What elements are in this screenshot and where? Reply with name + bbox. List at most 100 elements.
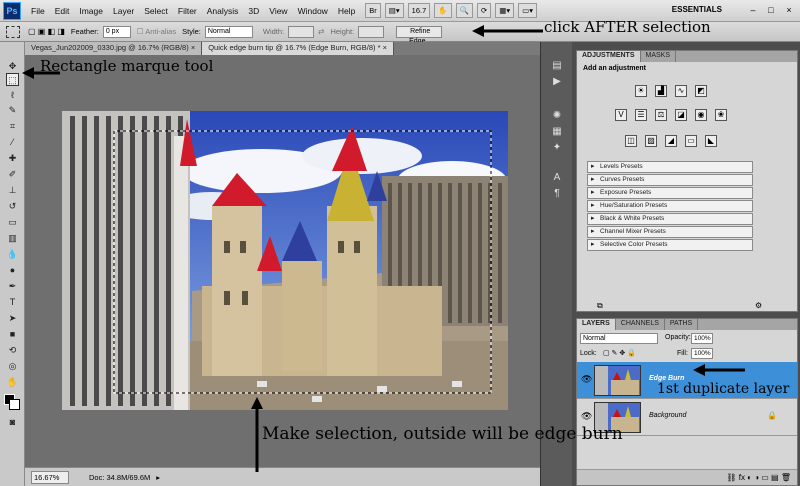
width-input[interactable] (288, 25, 315, 38)
close-icon[interactable]: × (782, 4, 796, 16)
tab-masks[interactable]: MASKS (641, 51, 677, 62)
channel-mixer-icon[interactable]: ❀ (715, 109, 727, 121)
menu-edit[interactable]: Edit (55, 6, 70, 16)
panel-options-icon[interactable]: ⚙ (755, 301, 762, 310)
gradient-tool-icon[interactable]: ▥ (6, 232, 19, 245)
rotate-view-icon[interactable]: ⟳ (476, 3, 492, 18)
quick-mask-icon[interactable]: ◙ (6, 416, 19, 429)
styles-panel-icon[interactable]: ✦ (550, 142, 564, 154)
lasso-tool-icon[interactable]: ℓ (6, 89, 19, 102)
tab-layers[interactable]: LAYERS (577, 319, 616, 330)
preset-selective-color[interactable]: Selective Color Presets (587, 239, 753, 251)
document-image[interactable] (62, 111, 508, 410)
status-menu-icon[interactable]: ▸ (156, 473, 160, 482)
history-brush-tool-icon[interactable]: ↺ (6, 200, 19, 213)
eye-icon[interactable]: 👁 (581, 411, 592, 422)
background-color-swatch[interactable] (9, 399, 20, 410)
menu-layer[interactable]: Layer (113, 6, 134, 16)
dodge-tool-icon[interactable]: ● (6, 264, 19, 277)
eraser-tool-icon[interactable]: ▭ (6, 216, 19, 229)
preset-exposure[interactable]: Exposure Presets (587, 187, 753, 199)
minimize-icon[interactable]: – (746, 4, 760, 16)
clip-to-layer-icon[interactable]: ⧉ (597, 301, 603, 311)
menu-3d[interactable]: 3D (248, 6, 259, 16)
zoom-field[interactable]: 16.67% (31, 470, 69, 484)
shape-tool-icon[interactable]: ■ (6, 328, 19, 341)
menu-select[interactable]: Select (144, 6, 168, 16)
hand-tool-icon[interactable]: ✋ (434, 3, 452, 18)
rectangular-marquee-tool-icon[interactable]: ⬚ (6, 73, 19, 86)
arrange-documents-icon[interactable]: ▦▾ (495, 3, 515, 18)
preset-hue-saturation[interactable]: Hue/Saturation Presets (587, 200, 753, 212)
menu-help[interactable]: Help (338, 6, 355, 16)
menu-file[interactable]: File (31, 6, 45, 16)
lock-icons[interactable]: ▢ ✎ ✥ 🔒 (603, 349, 636, 357)
view-extras-button[interactable]: ▤▾ (384, 3, 404, 18)
eyedropper-tool-icon[interactable]: ⁄ (6, 136, 19, 149)
brightness-contrast-icon[interactable]: ☀ (635, 85, 647, 97)
screen-mode-icon[interactable]: ▭▾ (518, 3, 537, 18)
history-panel-icon[interactable]: ▤ (550, 60, 564, 72)
eye-icon[interactable]: 👁 (581, 374, 592, 385)
path-selection-tool-icon[interactable]: ➤ (6, 312, 19, 325)
healing-brush-tool-icon[interactable]: ✚ (6, 152, 19, 165)
black-white-icon[interactable]: ◪ (675, 109, 687, 121)
style-dropdown[interactable]: Normal (204, 25, 253, 38)
zoom-level-dropdown[interactable]: 16.7 (407, 3, 431, 18)
height-input[interactable] (358, 25, 385, 38)
blend-mode-dropdown[interactable]: Normal (580, 333, 658, 344)
tab-close-icon[interactable]: × (191, 43, 195, 52)
maximize-icon[interactable]: □ (764, 4, 778, 16)
actions-panel-icon[interactable]: ▶ (550, 76, 564, 88)
tab-vegas[interactable]: Vegas_Jun202009_0330.jpg @ 16.7% (RGB/8)… (25, 42, 203, 55)
tab-quick-edge-burn[interactable]: Quick edge burn tip @ 16.7% (Edge Burn, … (202, 42, 394, 55)
opacity-input[interactable]: 100% (691, 333, 713, 344)
swatches-panel-icon[interactable]: ▦ (550, 126, 564, 138)
blur-tool-icon[interactable]: 💧 (6, 248, 19, 261)
crop-tool-icon[interactable]: ⌗ (6, 120, 19, 133)
menu-analysis[interactable]: Analysis (207, 6, 239, 16)
hue-saturation-icon[interactable]: ☰ (635, 109, 647, 121)
gradient-map-icon[interactable]: ▭ (685, 135, 697, 147)
tab-close-icon[interactable]: × (383, 43, 387, 52)
preset-black-white[interactable]: Black & White Presets (587, 213, 753, 225)
invert-icon[interactable]: ◫ (625, 135, 637, 147)
quick-selection-tool-icon[interactable]: ✎ (6, 104, 19, 117)
type-tool-icon[interactable]: T (6, 296, 19, 309)
vibrance-icon[interactable]: V (615, 109, 627, 121)
3d-rotate-tool-icon[interactable]: ⟲ (6, 344, 19, 357)
color-balance-icon[interactable]: ⚖ (655, 109, 667, 121)
paragraph-panel-icon[interactable]: ¶ (550, 188, 564, 200)
posterize-icon[interactable]: ▨ (645, 135, 657, 147)
3d-orbit-tool-icon[interactable]: ◎ (6, 360, 19, 373)
antialias-checkbox[interactable]: ☐ Anti-alias (137, 27, 176, 36)
menu-image[interactable]: Image (79, 6, 103, 16)
selection-mode-icons[interactable]: ▢ ▣ ◧ ◨ (28, 27, 65, 36)
menu-filter[interactable]: Filter (178, 6, 197, 16)
color-panel-icon[interactable]: ✺ (550, 110, 564, 122)
zoom-tool-icon[interactable]: 🔍 (455, 3, 473, 18)
menu-view[interactable]: View (269, 6, 287, 16)
brush-tool-icon[interactable]: ✐ (6, 168, 19, 181)
hand-tool-icon[interactable]: ✋ (6, 376, 19, 389)
tab-channels[interactable]: CHANNELS (616, 319, 665, 330)
bridge-button[interactable]: Br (365, 3, 381, 18)
pen-tool-icon[interactable]: ✒ (6, 280, 19, 293)
tab-adjustments[interactable]: ADJUSTMENTS (577, 51, 641, 62)
clone-stamp-tool-icon[interactable]: ⊥ (6, 184, 19, 197)
photo-filter-icon[interactable]: ◉ (695, 109, 707, 121)
selective-color-icon[interactable]: ◣ (705, 135, 717, 147)
photoshop-logo[interactable]: Ps (3, 1, 21, 20)
refine-edge-button[interactable]: Refine Edge... (396, 25, 443, 45)
exposure-icon[interactable]: ◩ (695, 85, 707, 97)
menu-window[interactable]: Window (298, 6, 328, 16)
preset-levels[interactable]: Levels Presets (587, 161, 753, 173)
feather-input[interactable]: 0 px (102, 25, 131, 38)
character-panel-icon[interactable]: A (550, 172, 564, 184)
layers-footer-icons[interactable]: ⛓ fx ◐ ◑ ▭ ▤ 🗑 (577, 469, 797, 485)
threshold-icon[interactable]: ◢ (665, 135, 677, 147)
curves-icon[interactable]: ∿ (675, 85, 687, 97)
move-tool-icon[interactable]: ✥ (6, 60, 19, 73)
tab-paths[interactable]: PATHS (665, 319, 699, 330)
workspace-switcher[interactable]: ESSENTIALS (672, 5, 722, 14)
